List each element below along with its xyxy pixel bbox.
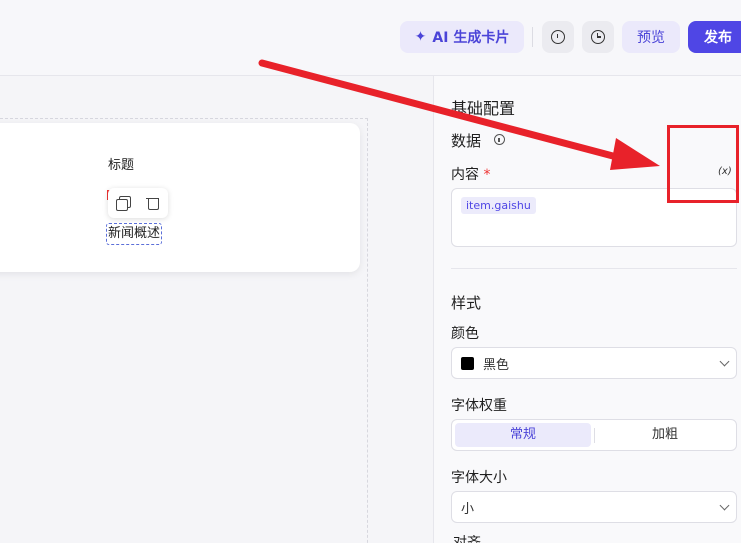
annotation-highlight-box <box>667 125 739 203</box>
annotation-arrow <box>258 59 660 170</box>
